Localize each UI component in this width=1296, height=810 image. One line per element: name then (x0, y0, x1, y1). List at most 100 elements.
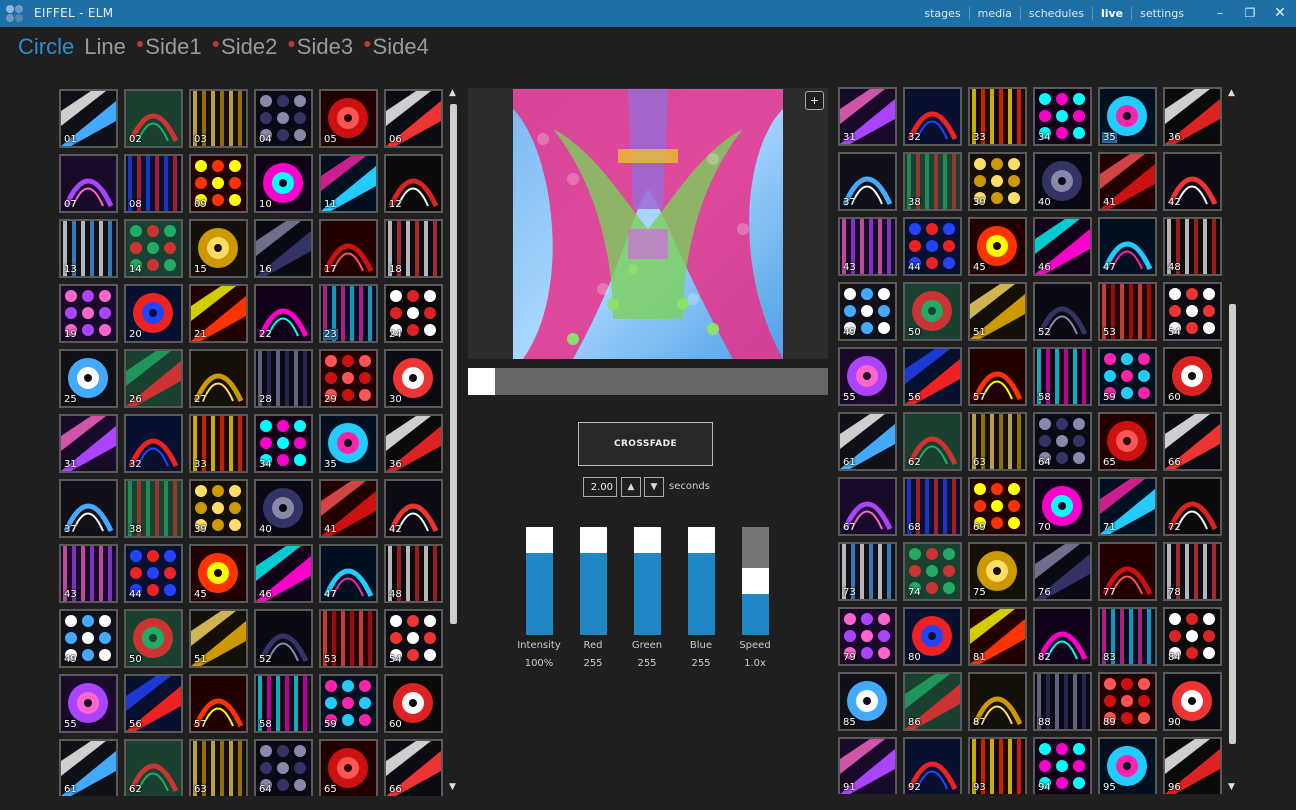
media-thumbnail[interactable]: 19 (59, 284, 118, 343)
media-thumbnail[interactable]: 06 (384, 89, 443, 148)
media-thumbnail[interactable]: 74 (903, 542, 962, 601)
media-thumbnail[interactable]: 90 (1163, 672, 1222, 731)
stage-tab-circle[interactable]: Circle (18, 34, 74, 60)
media-thumbnail[interactable]: 25 (59, 349, 118, 408)
media-thumbnail[interactable]: 88 (1033, 672, 1092, 731)
media-thumbnail[interactable]: 33 (968, 87, 1027, 146)
media-thumbnail[interactable]: 02 (124, 89, 183, 148)
media-thumbnail[interactable]: 14 (124, 219, 183, 278)
media-thumbnail[interactable]: 18 (384, 219, 443, 278)
media-thumbnail[interactable]: 40 (254, 479, 313, 538)
media-thumbnail[interactable]: 48 (384, 544, 443, 603)
media-thumbnail[interactable]: 63 (189, 739, 248, 796)
media-thumbnail[interactable]: 29 (319, 349, 378, 408)
media-thumbnail[interactable]: 81 (968, 607, 1027, 666)
media-thumbnail[interactable]: 57 (189, 674, 248, 733)
media-thumbnail[interactable]: 66 (1163, 412, 1222, 471)
media-thumbnail[interactable]: 09 (189, 154, 248, 213)
slider-intensity[interactable] (526, 527, 553, 635)
media-thumbnail[interactable]: 64 (1033, 412, 1092, 471)
media-thumbnail[interactable]: 50 (903, 282, 962, 341)
slider-speed[interactable] (742, 527, 769, 635)
stage-tab-side4[interactable]: ●Side4 (363, 34, 429, 60)
media-thumbnail[interactable]: 35 (319, 414, 378, 473)
media-thumbnail[interactable]: 45 (189, 544, 248, 603)
media-thumbnail[interactable]: 35 (1098, 87, 1157, 146)
media-thumbnail[interactable]: 33 (189, 414, 248, 473)
media-thumbnail[interactable]: 04 (254, 89, 313, 148)
seconds-down-button[interactable]: ▼ (644, 477, 664, 497)
media-thumbnail[interactable]: 59 (1098, 347, 1157, 406)
media-thumbnail[interactable]: 26 (124, 349, 183, 408)
stage-tab-side1[interactable]: ●Side1 (136, 34, 202, 60)
media-thumbnail[interactable]: 80 (903, 607, 962, 666)
media-thumbnail[interactable]: 49 (59, 609, 118, 668)
media-thumbnail[interactable]: 41 (1098, 152, 1157, 211)
media-thumbnail[interactable]: 58 (254, 674, 313, 733)
stage-tab-side2[interactable]: ●Side2 (212, 34, 278, 60)
crossfade-button[interactable]: CROSSFADE (578, 422, 713, 466)
add-button[interactable]: + (805, 91, 824, 110)
media-thumbnail[interactable]: 17 (319, 219, 378, 278)
media-thumbnail[interactable]: 87 (968, 672, 1027, 731)
media-thumbnail[interactable]: 56 (124, 674, 183, 733)
media-thumbnail[interactable]: 49 (838, 282, 897, 341)
media-thumbnail[interactable]: 12 (384, 154, 443, 213)
media-thumbnail[interactable]: 37 (59, 479, 118, 538)
media-thumbnail[interactable]: 73 (838, 542, 897, 601)
media-thumbnail[interactable]: 66 (384, 739, 443, 796)
slider-handle[interactable] (742, 568, 769, 594)
media-thumbnail[interactable]: 65 (1098, 412, 1157, 471)
crossfade-slider[interactable] (468, 368, 828, 395)
nav-settings[interactable]: settings (1131, 7, 1192, 20)
stage-tab-side3[interactable]: ●Side3 (287, 34, 353, 60)
media-thumbnail[interactable]: 45 (968, 217, 1027, 276)
media-thumbnail[interactable]: 37 (838, 152, 897, 211)
media-thumbnail[interactable]: 48 (1163, 217, 1222, 276)
nav-stages[interactable]: stages (916, 7, 968, 20)
slider-green[interactable] (634, 527, 661, 635)
media-thumbnail[interactable]: 32 (903, 87, 962, 146)
seconds-up-button[interactable]: ▲ (621, 477, 641, 497)
media-thumbnail[interactable]: 53 (319, 609, 378, 668)
media-thumbnail[interactable]: 34 (1033, 87, 1092, 146)
slider-blue[interactable] (688, 527, 715, 635)
media-thumbnail[interactable]: 60 (1163, 347, 1222, 406)
media-thumbnail[interactable]: 43 (838, 217, 897, 276)
media-thumbnail[interactable]: 05 (319, 89, 378, 148)
media-thumbnail[interactable]: 61 (838, 412, 897, 471)
media-thumbnail[interactable]: 23 (319, 284, 378, 343)
media-thumbnail[interactable]: 38 (903, 152, 962, 211)
media-thumbnail[interactable]: 56 (903, 347, 962, 406)
media-thumbnail[interactable]: 20 (124, 284, 183, 343)
media-thumbnail[interactable]: 28 (254, 349, 313, 408)
media-thumbnail[interactable]: 40 (1033, 152, 1092, 211)
media-thumbnail[interactable]: 57 (968, 347, 1027, 406)
slider-red[interactable] (580, 527, 607, 635)
media-thumbnail[interactable]: 38 (124, 479, 183, 538)
media-thumbnail[interactable]: 62 (124, 739, 183, 796)
media-thumbnail[interactable]: 15 (189, 219, 248, 278)
media-thumbnail[interactable]: 75 (968, 542, 1027, 601)
media-thumbnail[interactable]: 60 (384, 674, 443, 733)
stage-tab-line[interactable]: Line (84, 34, 126, 60)
media-thumbnail[interactable]: 55 (59, 674, 118, 733)
media-thumbnail[interactable]: 89 (1098, 672, 1157, 731)
media-thumbnail[interactable]: 58 (1033, 347, 1092, 406)
media-thumbnail[interactable]: 46 (1033, 217, 1092, 276)
media-thumbnail[interactable]: 55 (838, 347, 897, 406)
media-thumbnail[interactable]: 62 (903, 412, 962, 471)
media-thumbnail[interactable]: 86 (903, 672, 962, 731)
media-thumbnail[interactable]: 96 (1163, 737, 1222, 794)
scroll-up-icon[interactable]: ▲ (1228, 88, 1235, 98)
media-thumbnail[interactable]: 01 (59, 89, 118, 148)
media-thumbnail[interactable]: 50 (124, 609, 183, 668)
media-thumbnail[interactable]: 59 (319, 674, 378, 733)
media-thumbnail[interactable]: 91 (838, 737, 897, 794)
scroll-down-icon[interactable]: ▼ (449, 782, 456, 792)
media-thumbnail[interactable]: 63 (968, 412, 1027, 471)
nav-schedules[interactable]: schedules (1019, 7, 1092, 20)
seconds-input[interactable] (583, 477, 617, 497)
media-thumbnail[interactable]: 82 (1033, 607, 1092, 666)
media-thumbnail[interactable]: 68 (903, 477, 962, 536)
